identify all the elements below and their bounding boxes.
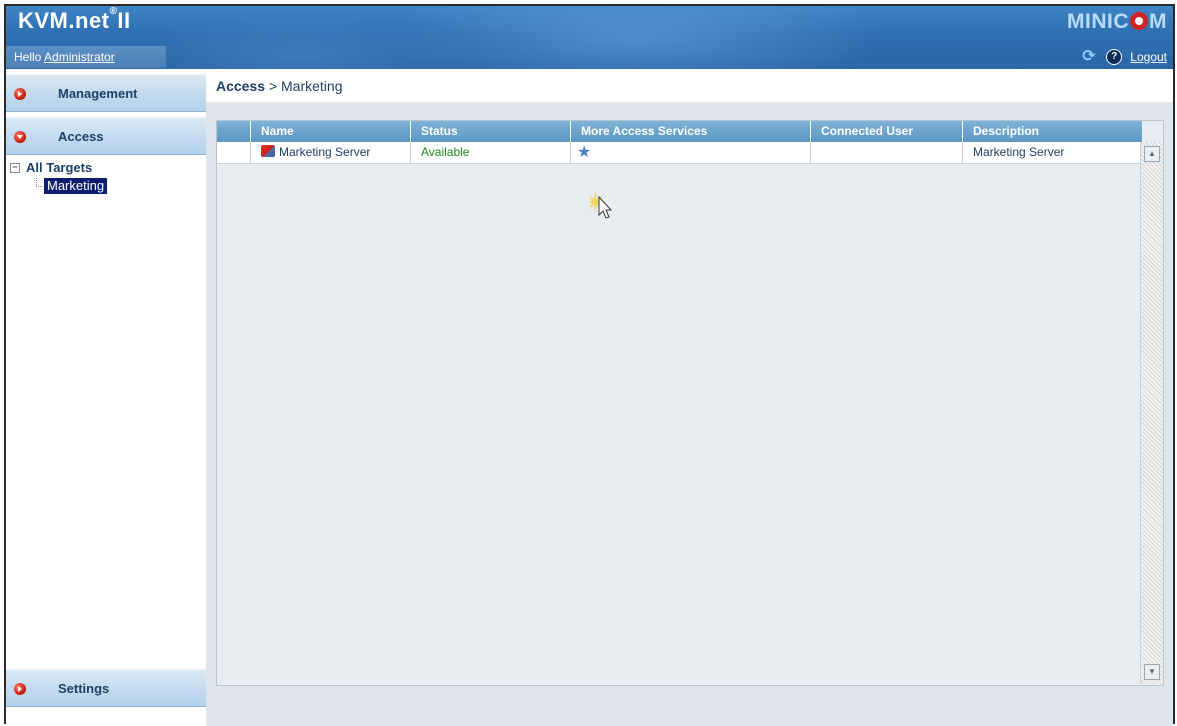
breadcrumb-separator: >	[268, 78, 278, 94]
tree-root[interactable]: − All Targets	[10, 160, 92, 175]
tree-root-label: All Targets	[26, 160, 93, 175]
name-cell[interactable]: Marketing Server	[250, 142, 410, 163]
column-header-name[interactable]: Name	[250, 121, 410, 142]
user-link[interactable]: Administrator	[44, 50, 115, 64]
vendor-logo: MINIC M	[1067, 10, 1167, 33]
server-icon	[261, 145, 275, 157]
star-icon[interactable]: ★	[577, 144, 591, 161]
services-cell: ★	[570, 142, 810, 163]
nav-management-label: Management	[58, 86, 138, 101]
column-header-connected-user[interactable]: Connected User	[810, 121, 962, 142]
refresh-icon[interactable]: ⟳	[1082, 49, 1098, 65]
logo-o-icon	[1130, 12, 1148, 30]
product-brand: KVM.net®II	[18, 6, 131, 33]
scroll-down-icon[interactable]: ▼	[1144, 664, 1160, 680]
connected-user-cell	[810, 142, 962, 163]
scroll-up-icon[interactable]: ▲	[1144, 146, 1160, 162]
nav-access-label: Access	[58, 129, 104, 144]
nav-settings[interactable]: Settings	[6, 669, 206, 707]
main-content: Access > Marketing Name Status More Acce…	[206, 69, 1173, 726]
greeting: Hello Administrator	[14, 50, 115, 64]
targets-table: Name Status More Access Services Connect…	[216, 120, 1164, 686]
table-header: Name Status More Access Services Connect…	[217, 121, 1142, 142]
header-glow	[126, 11, 476, 69]
nav-management[interactable]: Management	[6, 74, 206, 112]
logout-link[interactable]: Logout	[1130, 50, 1167, 64]
status-cell: Available	[410, 142, 570, 163]
breadcrumb: Access > Marketing	[216, 78, 342, 94]
tree-item-marketing[interactable]: Marketing	[44, 178, 108, 194]
collapse-arrow-icon	[14, 131, 26, 143]
nav-settings-label: Settings	[58, 681, 110, 696]
breadcrumb-section[interactable]: Access	[216, 78, 265, 94]
tree-connector	[36, 178, 43, 187]
description-cell: Marketing Server	[962, 142, 1142, 163]
column-header-select[interactable]	[217, 121, 250, 142]
breadcrumb-bar: Access > Marketing	[206, 69, 1173, 103]
vertical-scrollbar[interactable]: ▲ ▼	[1140, 142, 1163, 684]
header-tools: ⟳ ? Logout	[1082, 49, 1167, 65]
target-tree: − All Targets Marketing	[10, 160, 108, 194]
row-select-cell[interactable]	[217, 142, 250, 163]
expand-arrow-icon	[14, 88, 26, 100]
tree-collapse-icon[interactable]: −	[10, 162, 20, 173]
column-header-description[interactable]: Description	[962, 121, 1142, 142]
help-icon[interactable]: ?	[1106, 49, 1123, 65]
application-window: KVM.net®II Hello Administrator MINIC M ⟳ …	[4, 4, 1175, 726]
sidebar: Management Access − All Targets Marketin…	[6, 69, 206, 726]
breadcrumb-current: Marketing	[281, 78, 343, 94]
column-header-status[interactable]: Status	[410, 121, 570, 142]
top-header: KVM.net®II Hello Administrator MINIC M ⟳ …	[6, 6, 1173, 69]
nav-access[interactable]: Access	[6, 117, 206, 155]
table-row[interactable]: Marketing Server Available ★ Marketing S…	[217, 142, 1142, 164]
column-header-services[interactable]: More Access Services	[570, 121, 810, 142]
expand-arrow-icon	[14, 683, 26, 695]
